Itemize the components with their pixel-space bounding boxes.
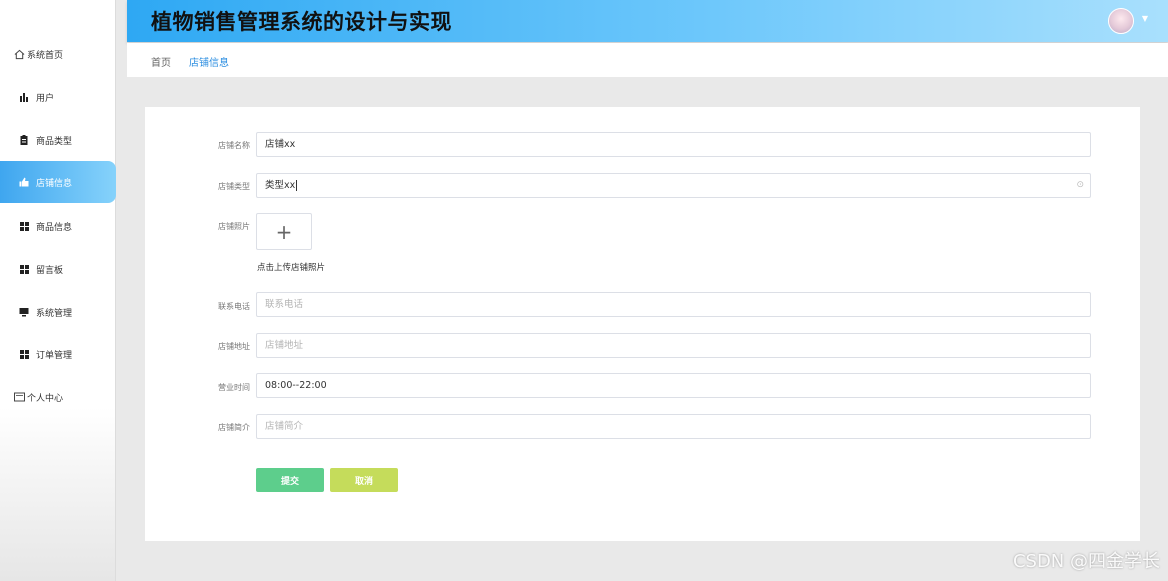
sidebar-item-label: 留言板 bbox=[36, 265, 64, 276]
sidebar-item-users[interactable]: 用户 bbox=[0, 76, 116, 118]
address-label: 店铺地址 bbox=[218, 342, 250, 351]
thumbs-up-icon bbox=[18, 176, 30, 188]
text-cursor bbox=[296, 180, 298, 191]
phone-input[interactable]: 联系电话 bbox=[256, 292, 1091, 317]
grid-icon bbox=[18, 263, 30, 275]
grid-icon bbox=[18, 348, 30, 360]
sidebar: 系统首页 用户 商品类型 店铺信息 商品信息 留言板 系统管理 订单管理 个人中… bbox=[0, 0, 116, 581]
phone-label: 联系电话 bbox=[218, 302, 250, 311]
clipboard-icon bbox=[18, 134, 30, 146]
shop-type-select[interactable]: 类型xx ⊙ bbox=[256, 173, 1091, 198]
shop-type-value: 类型xx bbox=[265, 180, 296, 191]
sidebar-item-home[interactable]: 系统首页 bbox=[0, 33, 116, 75]
sidebar-item-product-type[interactable]: 商品类型 bbox=[0, 119, 116, 161]
upload-button[interactable]: + bbox=[256, 213, 312, 250]
sidebar-item-label: 商品类型 bbox=[36, 136, 73, 147]
intro-label: 店铺简介 bbox=[218, 423, 250, 432]
breadcrumb-current: 店铺信息 bbox=[189, 58, 229, 69]
hours-input[interactable]: 08:00--22:00 bbox=[256, 373, 1091, 398]
bar-chart-icon bbox=[18, 91, 30, 103]
chevron-down-icon[interactable]: ▼ bbox=[1142, 14, 1148, 23]
intro-input[interactable]: 店铺简介 bbox=[256, 414, 1091, 439]
shop-photo-label: 店铺照片 bbox=[218, 222, 250, 231]
breadcrumb-home[interactable]: 首页 bbox=[151, 54, 171, 69]
avatar[interactable] bbox=[1108, 8, 1134, 34]
shop-type-label: 店铺类型 bbox=[218, 182, 250, 191]
shop-name-label: 店铺名称 bbox=[218, 141, 250, 150]
watermark: CSDN @四金学长 bbox=[1012, 551, 1160, 572]
sidebar-item-shop-info[interactable]: 店铺信息 bbox=[0, 161, 116, 203]
sidebar-item-label: 用户 bbox=[36, 93, 55, 104]
sidebar-item-order-management[interactable]: 订单管理 bbox=[0, 333, 116, 375]
circle-chevron-icon[interactable]: ⊙ bbox=[1076, 174, 1084, 197]
sidebar-item-system-management[interactable]: 系统管理 bbox=[0, 291, 116, 333]
sidebar-item-label: 个人中心 bbox=[27, 393, 64, 404]
app-title: 植物销售管理系统的设计与实现 bbox=[151, 10, 452, 34]
upload-hint: 点击上传店铺照片 bbox=[257, 263, 326, 273]
shop-name-input[interactable]: 店铺xx bbox=[256, 132, 1091, 157]
sidebar-item-label: 店铺信息 bbox=[36, 178, 73, 189]
sidebar-item-label: 系统首页 bbox=[27, 50, 64, 61]
sidebar-item-product-info[interactable]: 商品信息 bbox=[0, 205, 116, 247]
top-header: 植物销售管理系统的设计与实现 ▼ bbox=[127, 0, 1168, 42]
id-card-icon bbox=[13, 391, 25, 403]
home-icon bbox=[13, 48, 25, 60]
plus-icon: + bbox=[275, 219, 293, 244]
sidebar-item-label: 订单管理 bbox=[36, 350, 73, 361]
breadcrumb: 首页 店铺信息 bbox=[127, 43, 1168, 77]
address-input[interactable]: 店铺地址 bbox=[256, 333, 1091, 358]
sidebar-item-personal-center[interactable]: 个人中心 bbox=[0, 376, 116, 418]
sidebar-item-label: 系统管理 bbox=[36, 308, 73, 319]
cancel-button[interactable]: 取消 bbox=[330, 468, 398, 492]
hours-label: 营业时间 bbox=[218, 383, 250, 392]
sidebar-item-message-board[interactable]: 留言板 bbox=[0, 248, 116, 290]
submit-button[interactable]: 提交 bbox=[256, 468, 324, 492]
monitor-icon bbox=[18, 306, 30, 318]
sidebar-item-label: 商品信息 bbox=[36, 222, 73, 233]
grid-icon bbox=[18, 220, 30, 232]
